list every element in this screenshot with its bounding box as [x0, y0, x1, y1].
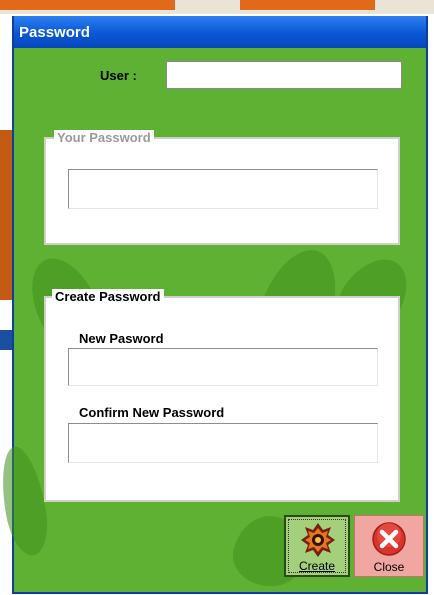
background-app-tab: [240, 0, 375, 10]
background-app-panel: [0, 130, 12, 300]
create-password-legend: Create Password: [52, 289, 164, 305]
user-input[interactable]: [166, 61, 402, 89]
create-button-label: Create: [298, 559, 336, 573]
background-app-tab: [0, 0, 175, 10]
background-app-panel: [0, 330, 12, 350]
close-button-label: Close: [373, 560, 405, 574]
your-password-legend: Your Password: [54, 130, 154, 146]
your-password-group: Your Password: [44, 130, 400, 245]
user-label: User :: [100, 68, 137, 83]
password-dialog: Password User : Your Password Create Pas…: [0, 16, 428, 594]
new-password-input[interactable]: [68, 348, 378, 386]
create-button[interactable]: Create: [284, 515, 350, 577]
create-password-group: Create Password New Pasword Confirm New …: [44, 289, 400, 502]
window-title[interactable]: Password: [14, 16, 426, 48]
new-password-label: New Pasword: [79, 331, 164, 346]
your-password-input[interactable]: [68, 169, 378, 209]
confirm-password-input[interactable]: [68, 423, 378, 463]
gear-ornament-icon: [301, 523, 335, 557]
close-button[interactable]: Close: [354, 515, 424, 577]
close-x-icon: [372, 522, 406, 556]
confirm-password-label: Confirm New Password: [79, 405, 225, 420]
